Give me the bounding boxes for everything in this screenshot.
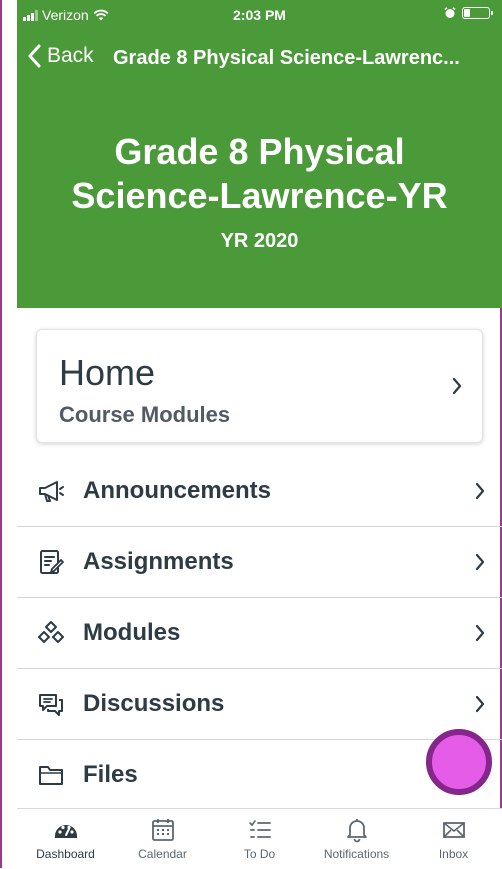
nav-item-assignments[interactable]: Assignments xyxy=(17,527,502,598)
tab-label: To Do xyxy=(243,847,276,861)
tab-notifications[interactable]: Notifications xyxy=(308,809,405,869)
course-title-line1: Grade 8 Physical xyxy=(114,131,405,172)
status-bar: Verizon 2:03 PM xyxy=(17,0,502,32)
battery-level xyxy=(464,9,470,17)
tab-bar: Dashboard Calendar To Do Notifications I… xyxy=(17,808,502,869)
tab-inbox[interactable]: Inbox xyxy=(405,809,502,869)
course-term: YR 2020 xyxy=(220,230,299,252)
chevron-right-icon xyxy=(475,624,485,642)
nav-item-label: Announcements xyxy=(83,477,272,504)
inbox-icon xyxy=(442,822,465,838)
nav-item-discussions[interactable]: Discussions xyxy=(17,669,502,740)
status-time: 2:03 PM xyxy=(233,7,286,23)
bell-icon xyxy=(346,819,367,843)
nav-title: Grade 8 Physical Science-Lawrenc... xyxy=(113,47,460,69)
nav-item-label: Modules xyxy=(83,619,181,646)
nav-item-label: Assignments xyxy=(83,548,234,575)
tab-todo[interactable]: To Do xyxy=(211,809,308,869)
nav-item-label: Files xyxy=(83,761,138,788)
assignment-icon xyxy=(40,550,64,574)
battery-icon xyxy=(462,7,493,19)
tab-label: Notifications xyxy=(323,847,390,861)
dashboard-icon xyxy=(54,825,77,838)
chevron-right-icon xyxy=(475,482,485,500)
chevron-right-icon xyxy=(452,377,462,395)
megaphone-icon xyxy=(39,481,64,502)
nav-item-announcements[interactable]: Announcements xyxy=(17,456,502,527)
tab-label: Dashboard xyxy=(36,847,95,861)
folder-icon xyxy=(39,766,63,785)
nav-item-label: Discussions xyxy=(83,690,225,717)
tab-label: Calendar xyxy=(138,847,187,861)
calendar-icon xyxy=(151,819,174,841)
home-card[interactable]: Home Course Modules xyxy=(36,329,483,443)
tab-dashboard[interactable]: Dashboard xyxy=(17,809,114,869)
tab-calendar[interactable]: Calendar xyxy=(114,809,211,869)
chevron-right-icon xyxy=(475,695,485,713)
navigation-bar: Back Grade 8 Physical Science-Lawrenc... xyxy=(17,38,502,78)
floating-action-button[interactable] xyxy=(426,729,492,795)
modules-icon xyxy=(38,621,64,643)
course-title: Grade 8 Physical Science-Lawrence-YR xyxy=(17,130,502,218)
back-label: Back xyxy=(47,44,94,67)
back-button[interactable]: Back xyxy=(27,44,94,68)
home-title: Home xyxy=(59,352,156,393)
discussion-icon xyxy=(39,694,63,716)
course-title-line2: Science-Lawrence-YR xyxy=(71,175,448,216)
chevron-right-icon xyxy=(475,553,485,571)
chevron-left-icon xyxy=(28,44,41,68)
todo-icon xyxy=(248,820,271,838)
alarm-icon xyxy=(444,7,456,18)
nav-item-modules[interactable]: Modules xyxy=(17,598,502,669)
status-right xyxy=(444,7,493,19)
home-subtitle: Course Modules xyxy=(59,402,231,427)
tab-label: Inbox xyxy=(438,847,469,861)
